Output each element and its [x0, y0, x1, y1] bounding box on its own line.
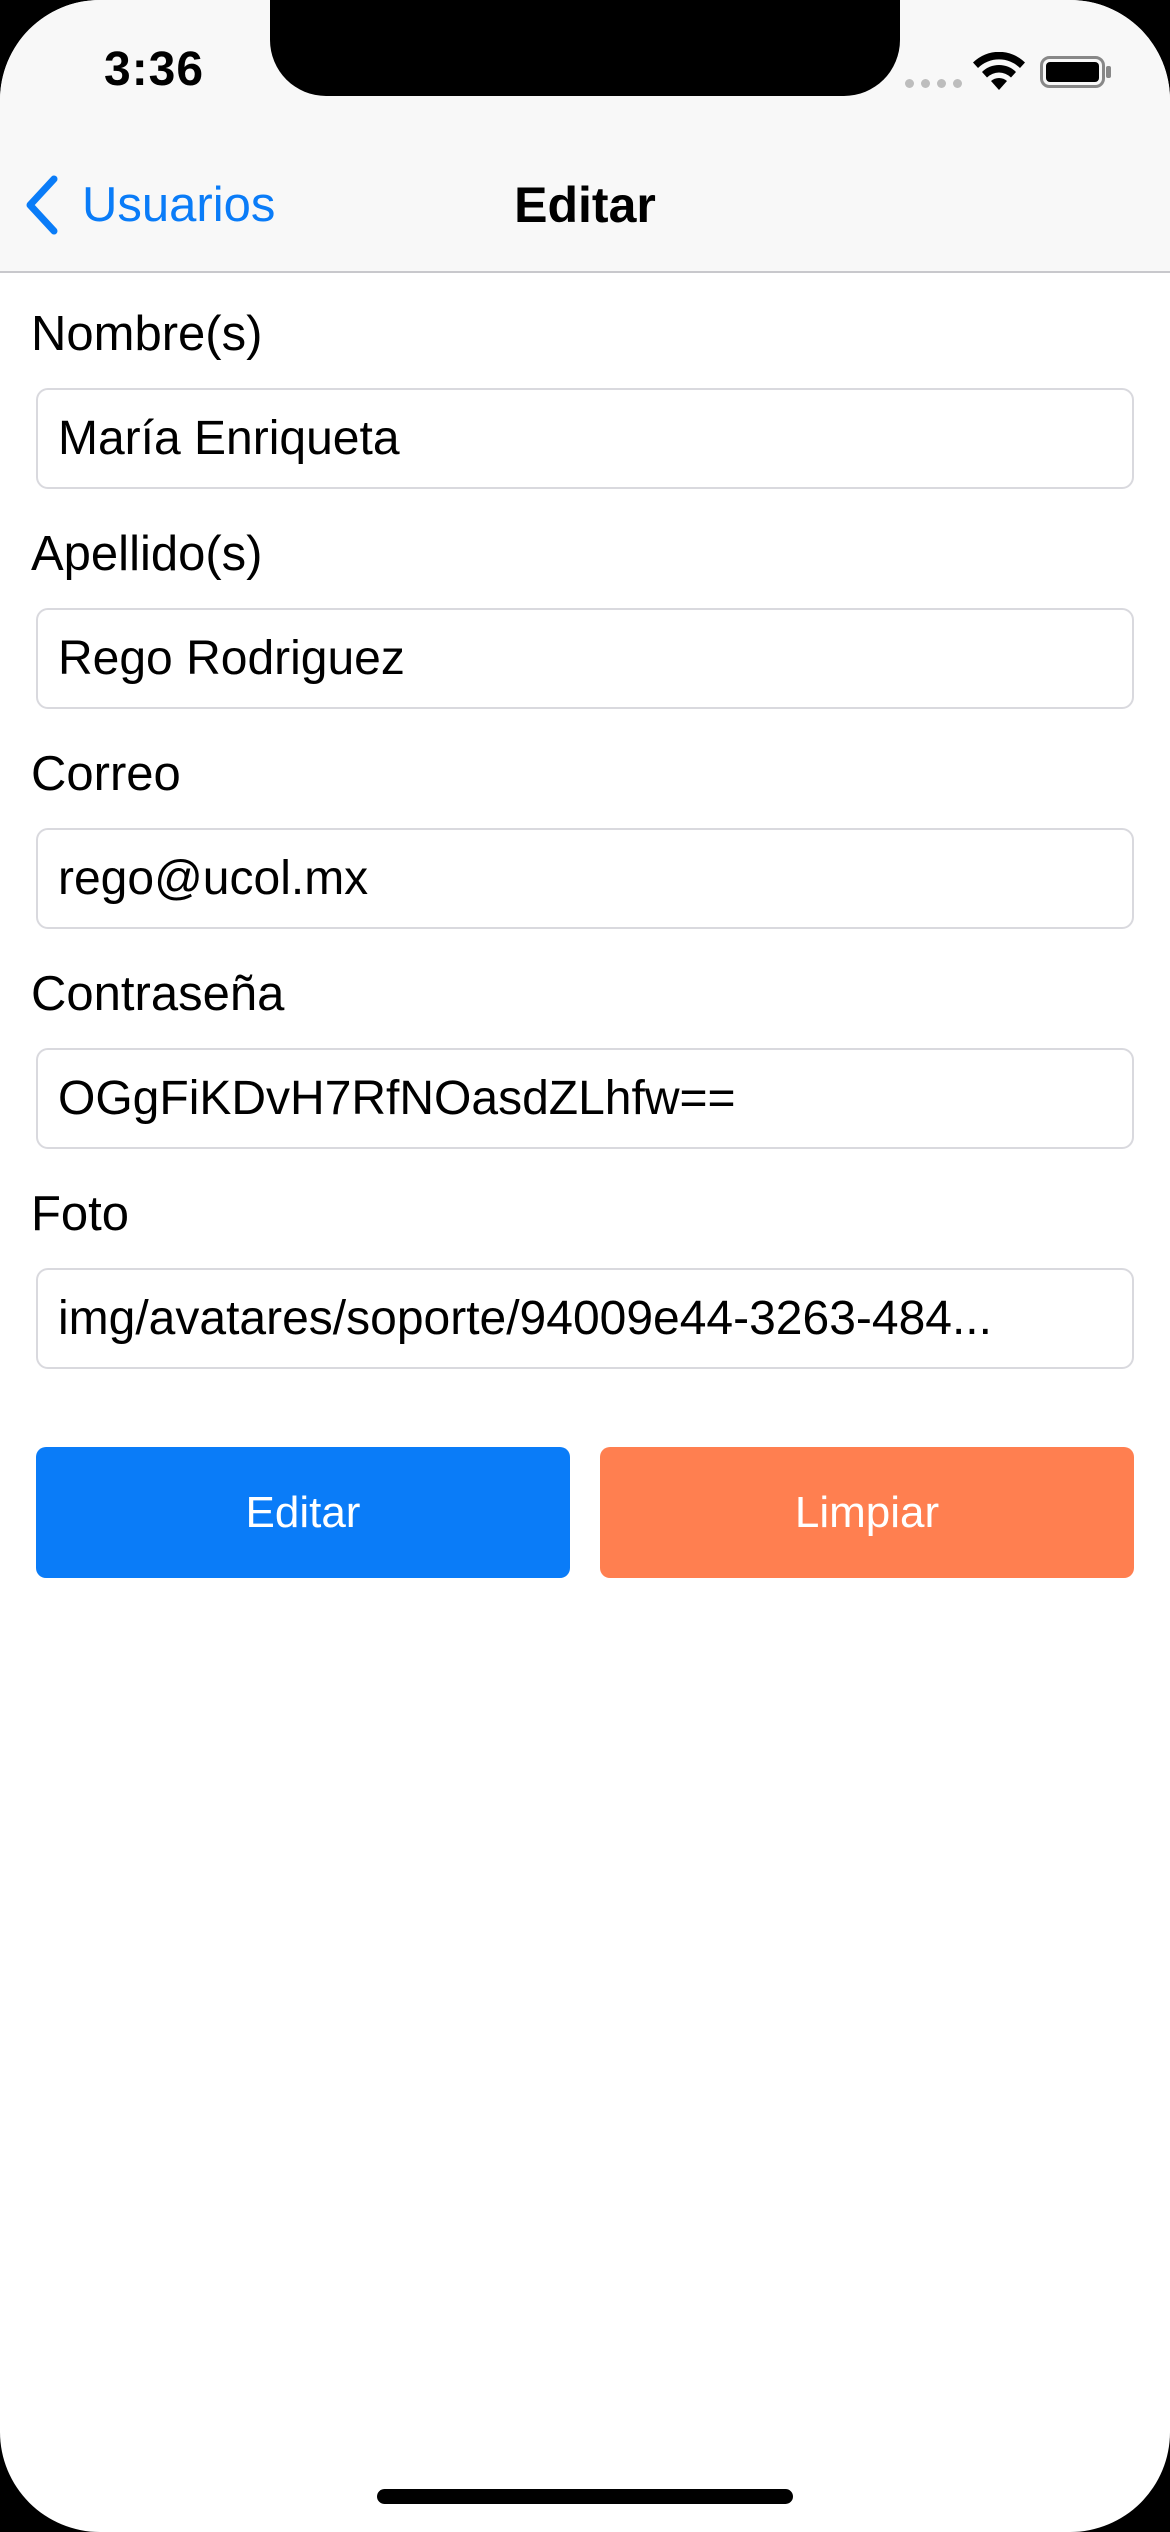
first-name-field[interactable]	[36, 388, 1134, 489]
last-name-label: Apellido(s)	[31, 527, 263, 581]
phone-screen: 3:36 Usuarios Editar Nombre(s) María Enr…	[0, 0, 1170, 2532]
status-bar: 3:36	[0, 0, 1170, 130]
signal-icon	[905, 78, 963, 88]
email-field[interactable]	[36, 828, 1134, 929]
photo-label: Foto	[31, 1187, 130, 1241]
email-label: Correo	[31, 747, 181, 801]
password-field[interactable]	[36, 1048, 1134, 1149]
last-name-field[interactable]	[36, 608, 1134, 709]
battery-icon	[1040, 56, 1111, 88]
password-label: Contraseña	[31, 967, 285, 1021]
home-indicator[interactable]	[377, 2489, 793, 2504]
edit-button[interactable]: Editar	[36, 1447, 570, 1578]
wifi-icon	[973, 52, 1025, 90]
first-name-label: Nombre(s)	[31, 307, 263, 361]
notch	[270, 0, 900, 96]
navigation-bar: Usuarios Editar	[0, 130, 1170, 273]
page-title: Editar	[514, 177, 656, 233]
photo-path-field[interactable]	[36, 1268, 1134, 1369]
status-time: 3:36	[104, 43, 205, 96]
clear-button[interactable]: Limpiar	[600, 1447, 1134, 1578]
